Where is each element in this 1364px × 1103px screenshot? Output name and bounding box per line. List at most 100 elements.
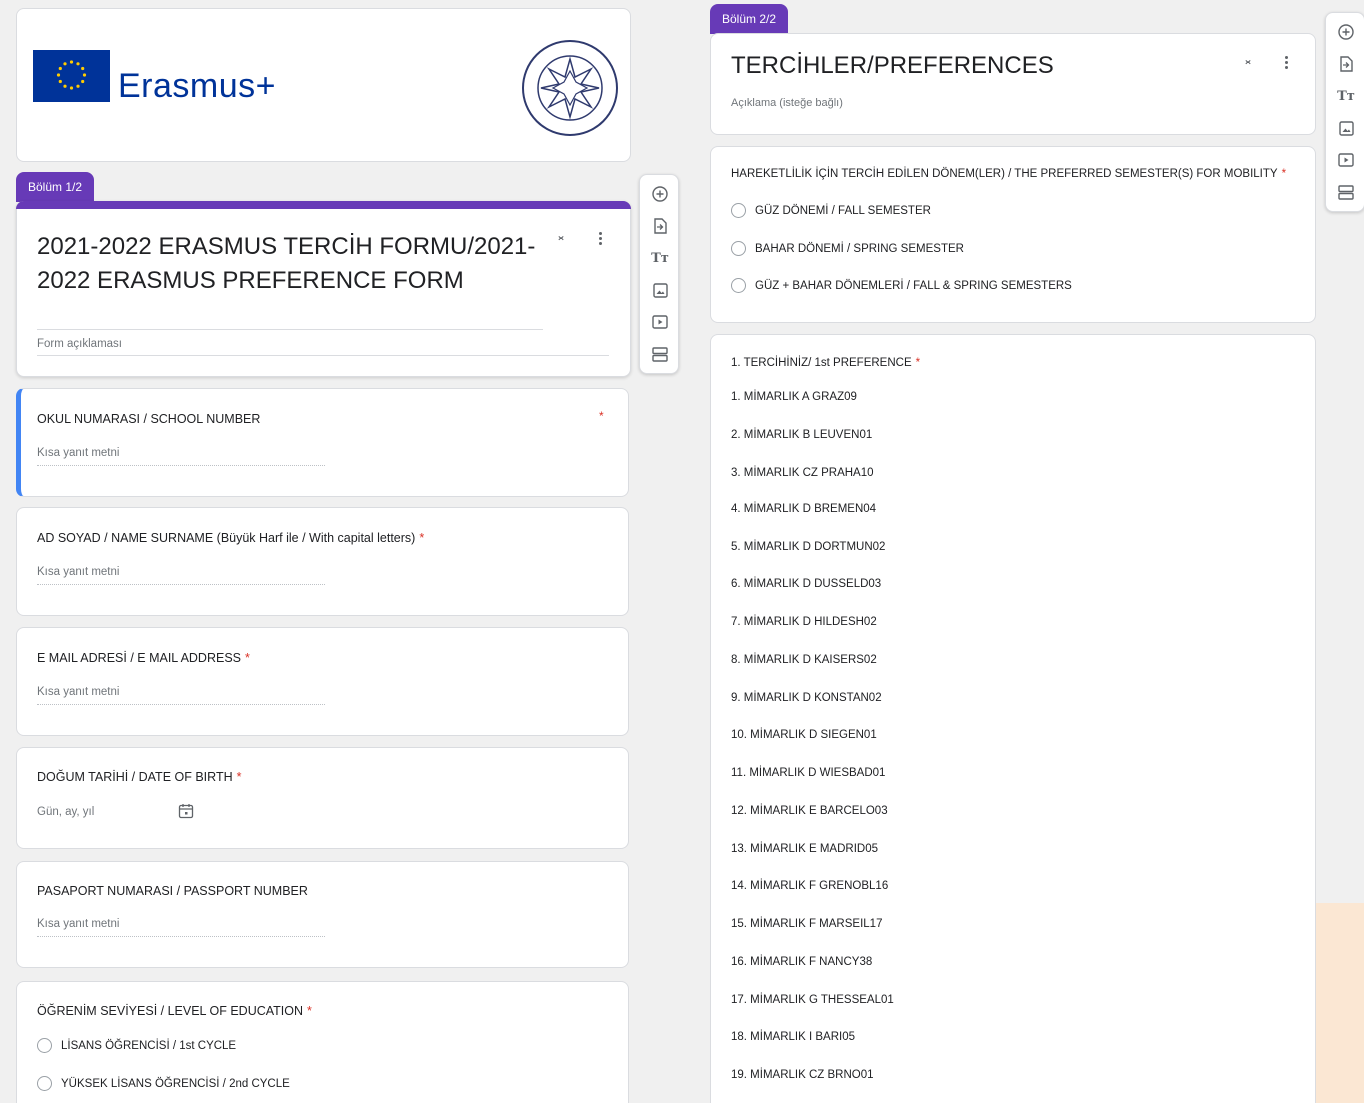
more-options-icon[interactable] — [1283, 56, 1289, 69]
radio-button[interactable] — [731, 203, 746, 218]
question-toolbar: Tт — [1325, 12, 1364, 212]
question-title: PASAPORT NUMARASI / PASSPORT NUMBER — [37, 884, 308, 898]
question-title: 1. TERCİHİNİZ/ 1st PREFERENCE * — [731, 357, 920, 369]
title-underline — [37, 329, 543, 330]
section-tab-2[interactable]: Bölüm 2/2 — [710, 4, 789, 34]
question-title: HAREKETLİLİK İÇİN TERCİH EDİLEN DÖNEM(LE… — [731, 168, 1286, 180]
preference-option[interactable]: 19. MİMARLIK CZ BRNO01 — [731, 1069, 874, 1081]
radio-button[interactable] — [731, 278, 746, 293]
required-marker: * — [245, 651, 250, 665]
short-answer-field[interactable]: Kısa yanıt metni — [37, 686, 325, 705]
preference-option[interactable]: 8. MİMARLIK D KAISERS02 — [731, 654, 877, 666]
question-title-text: AD SOYAD / NAME SURNAME (Büyük Harf ile … — [37, 531, 416, 545]
preference-option[interactable]: 3. MİMARLIK CZ PRAHA10 — [731, 467, 874, 479]
university-seal-logo — [521, 39, 619, 137]
question-card-passport[interactable]: PASAPORT NUMARASI / PASSPORT NUMBER Kısa… — [16, 861, 629, 968]
form-description-field[interactable]: Form açıklaması — [37, 338, 609, 356]
short-answer-field[interactable]: Kısa yanıt metni — [37, 566, 325, 585]
eu-flag-logo — [33, 50, 110, 102]
question-title-text: 1. TERCİHİNİZ/ 1st PREFERENCE — [731, 357, 912, 369]
required-marker: * — [1281, 168, 1287, 180]
add-section-icon[interactable] — [640, 341, 680, 367]
question-title-text: E MAIL ADRESİ / E MAIL ADDRESS — [37, 651, 241, 665]
add-image-icon[interactable] — [1326, 115, 1364, 141]
question-title: ÖĞRENİM SEVİYESİ / LEVEL OF EDUCATION * — [37, 1004, 312, 1018]
add-title-icon[interactable]: Tт — [1326, 83, 1364, 109]
date-field[interactable]: Gün, ay, yıl — [37, 806, 94, 818]
question-card-school-number[interactable]: OKUL NUMARASI / SCHOOL NUMBER * Kısa yan… — [16, 388, 629, 497]
preference-option[interactable]: 18. MİMARLIK I BARI05 — [731, 1031, 855, 1043]
preference-option[interactable]: 4. MİMARLIK D BREMEN04 — [731, 503, 876, 515]
required-marker: * — [599, 409, 604, 423]
preference-option[interactable]: 10. MİMARLIK D SIEGEN01 — [731, 729, 877, 741]
required-marker: * — [915, 357, 921, 369]
short-answer-field[interactable]: Kısa yanıt metni — [37, 918, 325, 937]
question-title: E MAIL ADRESİ / E MAIL ADDRESS * — [37, 651, 250, 665]
add-image-icon[interactable] — [640, 277, 680, 303]
radio-option-label: GÜZ + BAHAR DÖNEMLERİ / FALL & SPRING SE… — [755, 279, 1072, 292]
question-title-text: ÖĞRENİM SEVİYESİ / LEVEL OF EDUCATION — [37, 1004, 304, 1018]
radio-option[interactable]: GÜZ DÖNEMİ / FALL SEMESTER — [731, 203, 931, 218]
brand-name: Erasmus+ — [118, 67, 276, 105]
form-header-banner: Erasmus+ — [16, 8, 631, 162]
preference-option[interactable]: 5. MİMARLIK D DORTMUN02 — [731, 541, 885, 553]
question-title: DOĞUM TARİHİ / DATE OF BIRTH * — [37, 770, 242, 784]
add-question-icon[interactable] — [1326, 19, 1364, 45]
question-card-semester[interactable]: HAREKETLİLİK İÇİN TERCİH EDİLEN DÖNEM(LE… — [710, 146, 1316, 323]
add-section-icon[interactable] — [1326, 179, 1364, 205]
radio-option[interactable]: GÜZ + BAHAR DÖNEMLERİ / FALL & SPRING SE… — [731, 278, 1072, 293]
import-questions-icon[interactable] — [640, 213, 680, 239]
more-options-icon[interactable] — [597, 232, 603, 245]
radio-option[interactable]: LİSANS ÖĞRENCİSİ / 1st CYCLE — [37, 1038, 236, 1053]
short-answer-field[interactable]: Kısa yanıt metni — [37, 447, 325, 466]
question-card-date-of-birth[interactable]: DOĞUM TARİHİ / DATE OF BIRTH * Gün, ay, y… — [16, 747, 629, 849]
question-title-text: HAREKETLİLİK İÇİN TERCİH EDİLEN DÖNEM(LE… — [731, 168, 1278, 180]
preference-option[interactable]: 1. MİMARLIK A GRAZ09 — [731, 391, 857, 403]
radio-option-label: LİSANS ÖĞRENCİSİ / 1st CYCLE — [61, 1039, 237, 1052]
form-title-card[interactable]: 2021-2022 ERASMUS TERCİH FORMU/2021- 202… — [16, 201, 631, 377]
question-card-first-preference[interactable]: 1. TERCİHİNİZ/ 1st PREFERENCE * 1. MİMARL… — [710, 334, 1316, 1103]
add-title-icon[interactable]: Tт — [640, 245, 680, 271]
collapse-section-icon[interactable]: ⌄ ⌃ — [1242, 53, 1254, 72]
add-question-icon[interactable] — [640, 181, 680, 207]
add-video-icon[interactable] — [1326, 147, 1364, 173]
preference-option[interactable]: 13. MİMARLIK E MADRID05 — [731, 843, 878, 855]
required-marker: * — [419, 531, 425, 545]
preference-option[interactable]: 11. MİMARLIK D WIESBAD01 — [731, 767, 885, 779]
question-toolbar: Tт — [639, 174, 679, 374]
radio-option[interactable]: YÜKSEK LİSANS ÖĞRENCİSİ / 2nd CYCLE — [37, 1076, 290, 1091]
radio-button[interactable] — [731, 241, 746, 256]
preference-option[interactable]: 6. MİMARLIK D DUSSELD03 — [731, 578, 881, 590]
section-tab-1[interactable]: Bölüm 1/2 — [16, 172, 95, 202]
preference-option[interactable]: 15. MİMARLIK F MARSEIL17 — [731, 918, 882, 930]
section-description-field[interactable]: Açıklama (isteğe bağlı) — [731, 97, 843, 109]
preference-option[interactable]: 2. MİMARLIK B LEUVEN01 — [731, 429, 872, 441]
calendar-icon[interactable] — [178, 803, 194, 824]
preference-option[interactable]: 16. MİMARLIK F NANCY38 — [731, 956, 872, 968]
right-form-panel: Bölüm 2/2 TERCİHLER/PREFERENCES Açıklama… — [683, 0, 1364, 1103]
question-card-name-surname[interactable]: AD SOYAD / NAME SURNAME (Büyük Harf ile … — [16, 507, 629, 616]
import-questions-icon[interactable] — [1326, 51, 1364, 77]
collapse-section-icon[interactable]: ⌄ ⌃ — [555, 229, 567, 248]
radio-option-label: GÜZ DÖNEMİ / FALL SEMESTER — [755, 204, 931, 217]
section-title-card[interactable]: TERCİHLER/PREFERENCES Açıklama (isteğe b… — [710, 33, 1316, 135]
preference-option[interactable]: 14. MİMARLIK F GRENOBL16 — [731, 880, 888, 892]
required-marker: * — [236, 770, 242, 784]
question-card-education-level[interactable]: ÖĞRENİM SEVİYESİ / LEVEL OF EDUCATION * L… — [16, 981, 629, 1103]
preference-option[interactable]: 9. MİMARLIK D KONSTAN02 — [731, 692, 882, 704]
form-title[interactable]: 2021-2022 ERASMUS TERCİH FORMU/2021- 202… — [37, 230, 535, 298]
radio-option[interactable]: BAHAR DÖNEMİ / SPRING SEMESTER — [731, 241, 964, 256]
question-card-email[interactable]: E MAIL ADRESİ / E MAIL ADDRESS * Kısa yan… — [16, 627, 629, 736]
left-form-panel: Erasmus+ Bölüm 1/2 2021-2022 ERASMUS TER… — [0, 0, 683, 1103]
radio-button[interactable] — [37, 1038, 52, 1053]
add-video-icon[interactable] — [640, 309, 680, 335]
section-title[interactable]: TERCİHLER/PREFERENCES — [731, 52, 1054, 80]
preference-option[interactable]: 12. MİMARLIK E BARCELO03 — [731, 805, 888, 817]
radio-button[interactable] — [37, 1076, 52, 1091]
form-title-line-1: 2021-2022 ERASMUS TERCİH FORMU/2021- — [37, 233, 536, 260]
required-marker: * — [307, 1004, 312, 1018]
question-title-text: DOĞUM TARİHİ / DATE OF BIRTH — [37, 770, 233, 784]
question-title: AD SOYAD / NAME SURNAME (Büyük Harf ile … — [37, 531, 424, 545]
preference-option[interactable]: 7. MİMARLIK D HILDESH02 — [731, 616, 877, 628]
preference-option[interactable]: 17. MİMARLIK G THESSEAL01 — [731, 994, 894, 1006]
